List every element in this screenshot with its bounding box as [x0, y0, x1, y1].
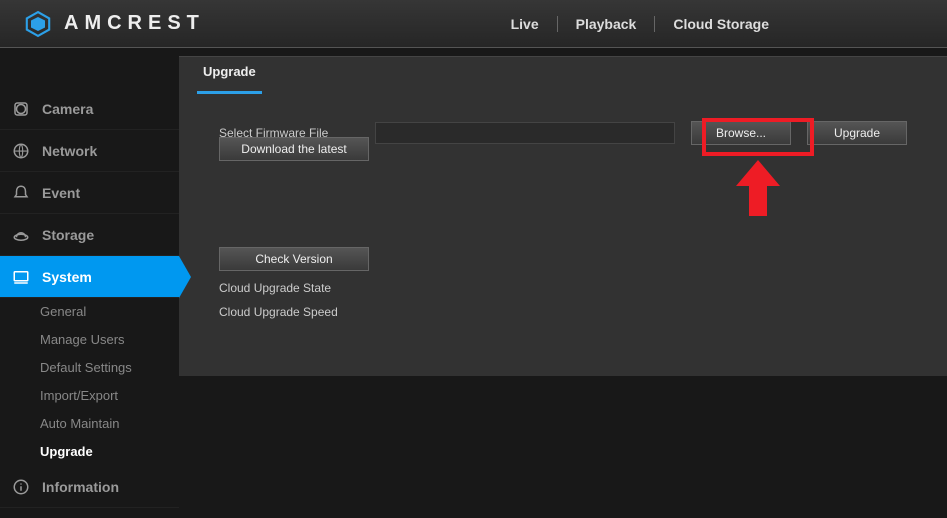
information-icon	[12, 478, 30, 496]
upgrade-button[interactable]: Upgrade	[807, 121, 907, 145]
camera-icon	[12, 100, 30, 118]
sidebar-label: Camera	[42, 101, 93, 117]
sidebar: Camera Network Event Storage System Gene…	[0, 48, 179, 518]
topnav-cloud-storage[interactable]: Cloud Storage	[655, 16, 787, 32]
panel-tabs: Upgrade	[179, 57, 947, 101]
brand-logo-icon	[24, 10, 52, 38]
check-version-button[interactable]: Check Version	[219, 247, 369, 271]
topnav-live[interactable]: Live	[493, 16, 557, 32]
topnav-playback[interactable]: Playback	[558, 16, 655, 32]
sidebar-sub-auto-maintain[interactable]: Auto Maintain	[0, 410, 179, 438]
sidebar-item-event[interactable]: Event	[0, 172, 179, 214]
sidebar-sub-manage-users[interactable]: Manage Users	[0, 326, 179, 354]
content: Upgrade Select Firmware File Browse... U…	[179, 48, 947, 518]
cloud-upgrade-state-label: Cloud Upgrade State	[219, 281, 907, 295]
sidebar-item-camera[interactable]: Camera	[0, 88, 179, 130]
brand-text: AMCREST	[64, 12, 205, 35]
sidebar-sub-general[interactable]: General	[0, 298, 179, 326]
logo: AMCREST	[24, 10, 205, 38]
cloud-upgrade-speed-label: Cloud Upgrade Speed	[219, 305, 907, 319]
main-area: Camera Network Event Storage System Gene…	[0, 48, 947, 518]
panel: Upgrade Select Firmware File Browse... U…	[179, 56, 947, 376]
sidebar-label: System	[42, 269, 92, 285]
sidebar-sub-import-export[interactable]: Import/Export	[0, 382, 179, 410]
system-icon	[12, 268, 30, 286]
sidebar-item-storage[interactable]: Storage	[0, 214, 179, 256]
sidebar-label: Storage	[42, 227, 94, 243]
tab-upgrade[interactable]: Upgrade	[197, 64, 262, 94]
sidebar-item-system[interactable]: System	[0, 256, 179, 298]
storage-icon	[12, 226, 30, 244]
browse-button[interactable]: Browse...	[691, 121, 791, 145]
top-nav: Live Playback Cloud Storage	[493, 0, 947, 47]
firmware-path-input[interactable]	[375, 122, 675, 144]
sidebar-label: Information	[42, 479, 119, 495]
sidebar-sub-upgrade[interactable]: Upgrade	[0, 438, 179, 466]
network-icon	[12, 142, 30, 160]
sidebar-sub-default-settings[interactable]: Default Settings	[0, 354, 179, 382]
download-latest-button[interactable]: Download the latest	[219, 137, 369, 161]
sidebar-item-information[interactable]: Information	[0, 466, 179, 508]
panel-body: Select Firmware File Browse... Upgrade D…	[179, 101, 947, 349]
sidebar-label: Network	[42, 143, 97, 159]
sidebar-item-network[interactable]: Network	[0, 130, 179, 172]
event-icon	[12, 184, 30, 202]
top-bar: AMCREST Live Playback Cloud Storage	[0, 0, 947, 48]
sidebar-label: Event	[42, 185, 80, 201]
